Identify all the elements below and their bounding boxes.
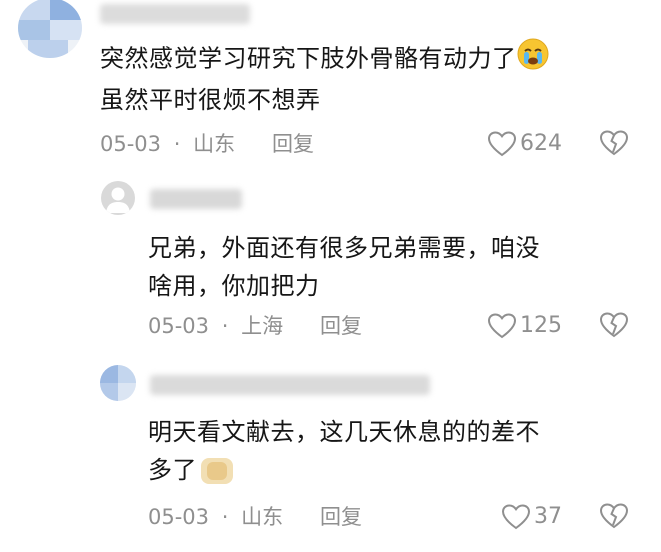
meta-separator: ·: [221, 314, 229, 338]
dislike-button[interactable]: [599, 130, 629, 160]
comment-date: 05-03: [148, 314, 210, 338]
reply-button[interactable]: 回复: [320, 503, 362, 531]
avatar[interactable]: [18, 0, 82, 58]
reply-button[interactable]: 回复: [272, 130, 314, 158]
like-count: 37: [534, 504, 562, 529]
comment-location: 山东: [241, 505, 284, 529]
comment-text: 兄弟，外面还有很多兄弟需要，咱没 啥用，你加把力: [148, 229, 628, 305]
comment-location: 山东: [193, 132, 236, 156]
dislike-button[interactable]: [599, 503, 629, 533]
like-button[interactable]: 125: [488, 312, 562, 340]
comment-text-line1: 明天看文献去，这几天休息的的差不: [148, 418, 540, 446]
default-user-icon: [106, 187, 130, 213]
comment-date: 05-03: [148, 505, 210, 529]
comment-text: 明天看文献去，这几天休息的的差不 多了: [148, 413, 628, 489]
heart-outline-icon: [502, 504, 530, 530]
broken-heart-icon: [599, 503, 629, 529]
comment-meta: 05-03 · 山东: [100, 130, 235, 158]
broken-heart-icon: [599, 130, 629, 156]
dislike-button[interactable]: [599, 312, 629, 342]
comment-location: 上海: [241, 314, 284, 338]
reply-button[interactable]: 回复: [320, 312, 362, 340]
comment-2: 兄弟，外面还有很多兄弟需要，咱没 啥用，你加把力 05-03 · 上海 回复 1…: [0, 175, 661, 355]
crying-face-emoji: [517, 38, 549, 81]
username-blurred[interactable]: [150, 189, 242, 209]
comment-date: 05-03: [100, 132, 162, 156]
comment-text-line2: 虽然平时很烦不想弄: [100, 86, 321, 114]
heart-outline-icon: [488, 131, 516, 157]
comment-text: 突然感觉学习研究下肢外骨骼有动力了 虽然平时很烦不想弄: [100, 38, 640, 119]
avatar[interactable]: [100, 365, 136, 401]
meta-separator: ·: [221, 505, 229, 529]
comment-meta: 05-03 · 上海: [148, 312, 283, 340]
meta-separator: ·: [173, 132, 181, 156]
comment-1: 突然感觉学习研究下肢外骨骼有动力了 虽然平时很烦不想弄 05-03 · 山东 回…: [0, 0, 661, 175]
like-button[interactable]: 624: [488, 130, 562, 158]
broken-heart-icon: [599, 312, 629, 338]
comment-3: 明天看文献去，这几天休息的的差不 多了 05-03 · 山东 回复 37: [0, 355, 661, 552]
comment-text-line2: 多了: [148, 456, 197, 484]
comment-text-line1: 兄弟，外面还有很多兄弟需要，咱没: [148, 234, 540, 262]
heart-outline-icon: [488, 313, 516, 339]
username-blurred[interactable]: [100, 4, 250, 24]
comment-text-line2: 啥用，你加把力: [148, 272, 320, 300]
comment-text-line1: 突然感觉学习研究下肢外骨骼有动力了: [100, 44, 517, 73]
username-blurred[interactable]: [150, 375, 430, 395]
blurred-emoji: [199, 456, 235, 486]
comment-meta: 05-03 · 山东: [148, 503, 283, 531]
like-button[interactable]: 37: [502, 503, 562, 531]
avatar[interactable]: [101, 181, 135, 215]
like-count: 125: [520, 313, 562, 338]
like-count: 624: [520, 131, 562, 156]
